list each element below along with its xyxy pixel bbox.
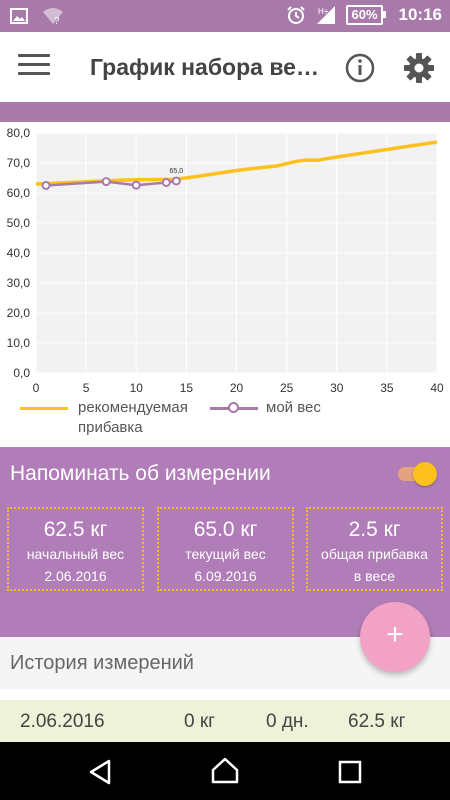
data-point-my-weight xyxy=(161,178,171,187)
stat-start-weight: 62.5 кг начальный вес 2.06.2016 xyxy=(7,507,144,591)
stat-value: 2.5 кг xyxy=(348,518,401,541)
y-tick-label: 50,0 xyxy=(7,216,31,230)
data-point-my-weight xyxy=(41,181,51,190)
status-bar: ? H+ 60% 10:16 xyxy=(0,0,450,32)
row-date: 2.06.2016 xyxy=(20,711,105,732)
chart-legend: рекомендуемая прибавка мой вес xyxy=(20,398,440,442)
stat-total-gain: 2.5 кг общая прибавка в весе xyxy=(306,507,443,591)
y-tick-label: 30,0 xyxy=(7,276,31,290)
settings-icon[interactable] xyxy=(402,51,436,85)
y-tick-label: 10,0 xyxy=(7,336,31,350)
x-tick-label: 5 xyxy=(83,381,90,395)
clock: 10:16 xyxy=(398,5,442,24)
alarm-icon xyxy=(287,6,306,24)
data-point-my-weight xyxy=(171,176,181,186)
add-measurement-button[interactable]: + xyxy=(360,602,430,672)
weight-chart: 0,0 10,0 20,0 30,0 40,0 50,0 60,0 70,0 80,0 0 5 10 1… xyxy=(0,122,450,447)
legend-swatch-recommended xyxy=(20,407,68,410)
reminder-label: Напоминать об измерении xyxy=(10,462,271,485)
y-tick-label: 0,0 xyxy=(13,366,30,380)
legend-marker-my-weight xyxy=(228,402,239,413)
recent-apps-icon[interactable] xyxy=(335,757,365,787)
y-tick-label: 70,0 xyxy=(7,156,31,170)
navigation-bar xyxy=(0,742,450,800)
stat-date: 2.06.2016 xyxy=(44,568,107,584)
svg-text:H+: H+ xyxy=(318,7,329,16)
history-title: История измерений xyxy=(10,652,194,674)
wifi-unknown-icon: ? xyxy=(43,8,63,25)
weight-chart-svg: 0,0 10,0 20,0 30,0 40,0 50,0 60,0 70,0 80,0 0 5 10 1… xyxy=(7,126,444,395)
legend-label-my-weight: мой вес xyxy=(266,399,321,416)
home-icon[interactable] xyxy=(210,755,240,785)
stat-date: 6.09.2016 xyxy=(194,568,257,584)
signal-icon: H+ xyxy=(317,6,336,24)
reminder-toggle[interactable] xyxy=(398,462,438,486)
x-tick-label: 35 xyxy=(380,381,394,395)
y-tick-label: 60,0 xyxy=(7,186,31,200)
image-icon xyxy=(10,8,28,24)
y-tick-label: 40,0 xyxy=(7,246,31,260)
x-tick-label: 0 xyxy=(33,381,40,395)
row-days: 0 дн. xyxy=(266,711,309,732)
x-tick-label: 15 xyxy=(180,381,194,395)
menu-icon[interactable] xyxy=(18,54,50,80)
row-weight: 62.5 кг xyxy=(348,711,406,732)
stat-value: 62.5 кг xyxy=(43,518,108,541)
app-bar: График набора ве… xyxy=(0,32,450,102)
toggle-knob xyxy=(413,462,437,486)
y-tick-label: 80,0 xyxy=(7,126,31,140)
stat-value: 65.0 кг xyxy=(193,518,258,541)
x-tick-label: 20 xyxy=(230,381,244,395)
battery-indicator: 60% xyxy=(346,5,386,25)
stat-current-weight: 65.0 кг текущий вес 6.09.2016 xyxy=(157,507,294,591)
data-point-my-weight xyxy=(131,180,141,190)
data-label: 65,0 xyxy=(170,168,184,175)
page-title: График набора ве… xyxy=(90,54,319,80)
x-tick-label: 10 xyxy=(130,381,144,395)
data-point-my-weight xyxy=(101,177,111,187)
row-gain: 0 кг xyxy=(184,711,216,732)
stat-label: текущий вес xyxy=(185,546,266,562)
x-tick-label: 40 xyxy=(430,381,444,395)
stat-label: начальный вес xyxy=(26,546,125,562)
x-tick-label: 25 xyxy=(280,381,294,395)
back-icon[interactable] xyxy=(85,757,115,787)
x-tick-label: 30 xyxy=(330,381,344,395)
stat-label: общая прибавка xyxy=(321,546,428,562)
stat-label-2: в весе xyxy=(353,568,396,584)
header-strip xyxy=(0,102,450,122)
legend-label-recommended: рекомендуемая прибавка xyxy=(78,399,188,436)
svg-text:?: ? xyxy=(54,16,60,25)
y-tick-label: 20,0 xyxy=(7,306,31,320)
info-icon[interactable] xyxy=(344,52,376,84)
table-row[interactable]: 2.06.2016 0 кг 0 дн. 62.5 кг xyxy=(0,700,450,742)
